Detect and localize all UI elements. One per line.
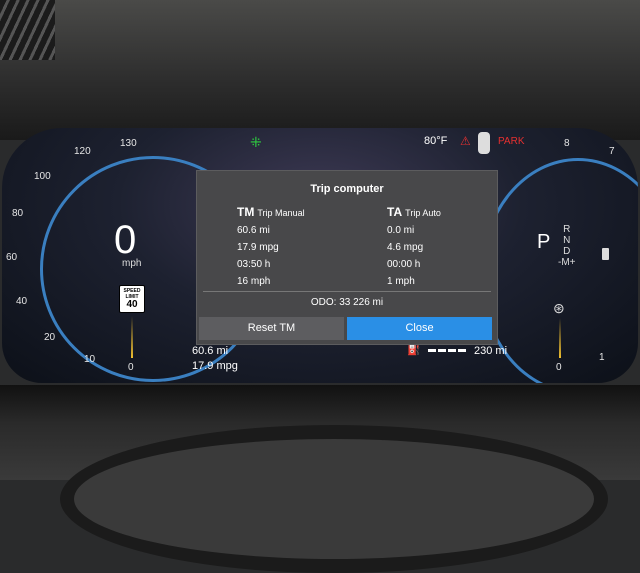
speed-tick: 10 <box>84 354 96 365</box>
ta-distance: 0.0 mi <box>387 225 415 236</box>
speed-limit-sign: SPEED LIMIT 40 <box>119 285 145 313</box>
dashboard-bottom <box>0 385 640 573</box>
gear-option: N <box>563 235 571 246</box>
tm-economy: 17.9 mpg <box>237 242 279 253</box>
gear-options: R N D -M+ <box>558 224 576 268</box>
instrument-cluster: 120 130 100 80 60 40 20 10 0 8 7 1 0 0 m… <box>2 128 638 383</box>
dialog-title: Trip computer <box>310 183 384 195</box>
trip-manual-name: Trip Manual <box>257 208 305 218</box>
current-speed: 0 <box>114 218 137 262</box>
trip-manual-abbr: TM <box>237 205 255 219</box>
speed-tick: 0 <box>128 362 134 373</box>
headlight-icon: ⁜ <box>250 134 262 150</box>
close-button[interactable]: Close <box>347 317 492 340</box>
battery-icon <box>602 248 609 260</box>
tach-tick: 8 <box>564 138 570 149</box>
tm-time: 03:50 h <box>237 259 271 270</box>
drive-mode-icon: ⊛ <box>553 300 565 316</box>
park-indicator: PARK <box>498 136 525 147</box>
speed-needle <box>131 316 133 358</box>
trip-auto-abbr: TA <box>387 205 403 219</box>
car-doors-icon <box>478 132 490 154</box>
dashboard-top <box>0 0 640 140</box>
bottom-economy: 17.9 mpg <box>192 360 238 372</box>
speed-tick: 130 <box>120 138 137 149</box>
speed-tick: 60 <box>6 252 18 263</box>
gear-option: -M+ <box>558 257 576 268</box>
fuel-gauge <box>428 349 468 352</box>
speed-unit: mph <box>122 258 142 269</box>
reset-tm-button[interactable]: Reset TM <box>199 317 344 340</box>
ta-economy: 4.6 mpg <box>387 242 424 253</box>
outside-temperature: 80°F <box>424 135 448 147</box>
speed-tick: 20 <box>44 332 56 343</box>
gear-option: D <box>563 246 571 257</box>
trip-manual-header: TM Trip Manual <box>237 205 305 219</box>
trip-auto-header: TA Trip Auto <box>387 205 441 219</box>
speed-tick: 120 <box>74 146 91 157</box>
tach-needle <box>559 318 561 358</box>
warning-icon: ⚠ <box>460 134 471 148</box>
gear-option: R <box>563 224 571 235</box>
tm-distance: 60.6 mi <box>237 225 270 236</box>
tach-tick: 7 <box>609 146 615 157</box>
trip-computer-dialog: Trip computer TM Trip Manual 60.6 mi 17.… <box>196 170 498 345</box>
range-remaining: 230 mi <box>474 345 508 357</box>
current-gear: P <box>537 231 551 253</box>
speed-tick: 100 <box>34 171 51 182</box>
bottom-distance: 60.6 mi <box>192 345 229 357</box>
steering-wheel <box>60 425 608 573</box>
air-vent <box>0 0 55 60</box>
trip-auto-column: TA Trip Auto 0.0 mi 4.6 mpg 00:00 h 1 mp… <box>387 205 441 293</box>
ta-time: 00:00 h <box>387 259 421 270</box>
tach-tick: 1 <box>599 352 605 363</box>
speed-limit-value: 40 <box>126 299 138 310</box>
speed-tick: 80 <box>12 208 24 219</box>
dialog-divider <box>203 291 491 292</box>
speed-tick: 40 <box>16 296 28 307</box>
trip-auto-name: Trip Auto <box>405 208 441 218</box>
odometer: ODO: 33 226 mi <box>310 297 384 308</box>
tach-tick: 0 <box>556 362 562 373</box>
trip-manual-column: TM Trip Manual 60.6 mi 17.9 mpg 03:50 h … <box>237 205 305 293</box>
